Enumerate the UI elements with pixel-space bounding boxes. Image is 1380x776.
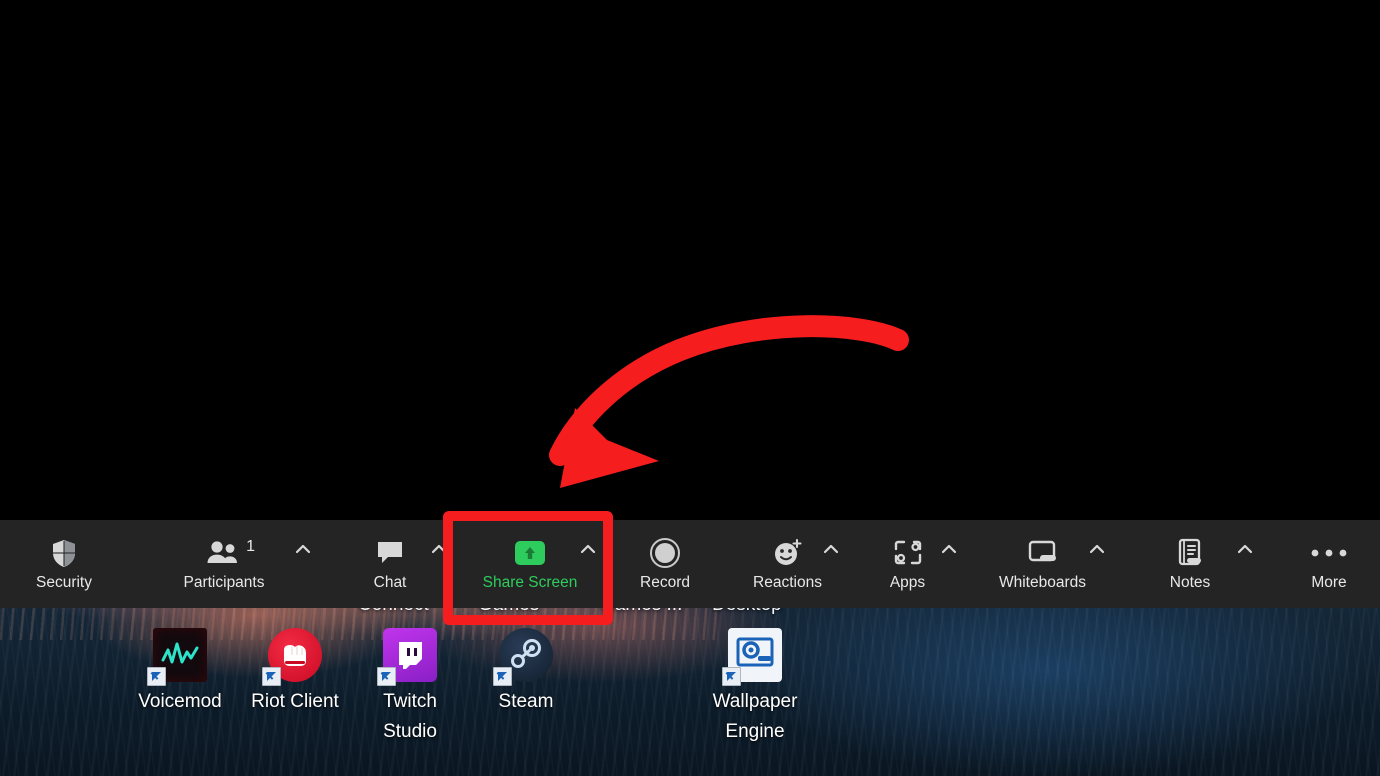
share-screen-icon (515, 536, 545, 570)
toolbar-label-reactions: Reactions (753, 574, 822, 591)
meeting-video-stage (0, 0, 1380, 520)
ellipsis-icon (1310, 536, 1348, 570)
wallpaper-engine-icon (722, 628, 782, 686)
chat-chevron-up-icon[interactable] (428, 520, 450, 608)
toolbar-label-whiteboards: Whiteboards (998, 574, 1086, 591)
toolbar-label-participants: Participants (183, 574, 265, 591)
toolbar-label-chat: Chat (373, 574, 407, 591)
toolbar-button-chat[interactable]: Chat (345, 520, 435, 608)
toolbar-button-more[interactable]: More (1285, 520, 1373, 608)
whiteboard-icon (1027, 536, 1059, 570)
notes-icon (1176, 536, 1204, 570)
smiley-plus-icon (772, 536, 804, 570)
desktop-icon-label: Wallpaper (712, 691, 798, 712)
apps-chevron-up-icon[interactable] (938, 520, 960, 608)
voicemod-icon (147, 628, 207, 686)
people-icon: 1 (206, 536, 255, 570)
toolbar-label-security: Security (36, 574, 92, 591)
desktop-icon-label-line2: Engine (725, 721, 785, 742)
riot-client-icon (262, 628, 322, 686)
speech-bubble-icon (375, 536, 405, 570)
apps-icon (893, 536, 923, 570)
toolbar-button-notes[interactable]: Notes (1145, 520, 1235, 608)
shortcut-overlay-icon (493, 667, 512, 686)
toolbar-label-more: More (1311, 574, 1347, 591)
toolbar-label-notes: Notes (1169, 574, 1211, 591)
desktop-icon-label: Steam (498, 691, 554, 712)
whiteboards-chevron-up-icon[interactable] (1086, 520, 1108, 608)
shortcut-overlay-icon (722, 667, 741, 686)
shortcut-overlay-icon (147, 667, 166, 686)
desktop-icon-label-line2: Studio (383, 721, 437, 742)
share-screen-chevron-up-icon[interactable] (577, 520, 599, 608)
participants-chevron-up-icon[interactable] (292, 520, 314, 608)
toolbar-label-record: Record (640, 574, 690, 591)
toolbar-label-apps: Apps (889, 574, 926, 591)
toolbar-label-share-screen: Share Screen (482, 574, 578, 591)
desktop-icon-steam[interactable]: Steam (456, 628, 596, 717)
desktop-icon-wallpaper-engine[interactable]: Wallpaper Engine (685, 628, 825, 747)
shortcut-overlay-icon (262, 667, 281, 686)
reactions-chevron-up-icon[interactable] (820, 520, 842, 608)
toolbar-button-share-screen[interactable]: Share Screen (470, 520, 590, 608)
shield-icon (50, 536, 78, 570)
toolbar-button-record[interactable]: Record (615, 520, 715, 608)
record-circle-icon (649, 536, 681, 570)
twitch-studio-icon (377, 628, 437, 686)
notes-chevron-up-icon[interactable] (1234, 520, 1256, 608)
shortcut-overlay-icon (377, 667, 396, 686)
zoom-meeting-toolbar: Security 1 Participants Chat Share Scree… (0, 520, 1380, 608)
toolbar-button-participants[interactable]: 1 Participants (160, 520, 288, 608)
participants-count-badge: 1 (246, 538, 255, 555)
toolbar-button-security[interactable]: Security (0, 520, 128, 608)
steam-icon (493, 628, 553, 686)
